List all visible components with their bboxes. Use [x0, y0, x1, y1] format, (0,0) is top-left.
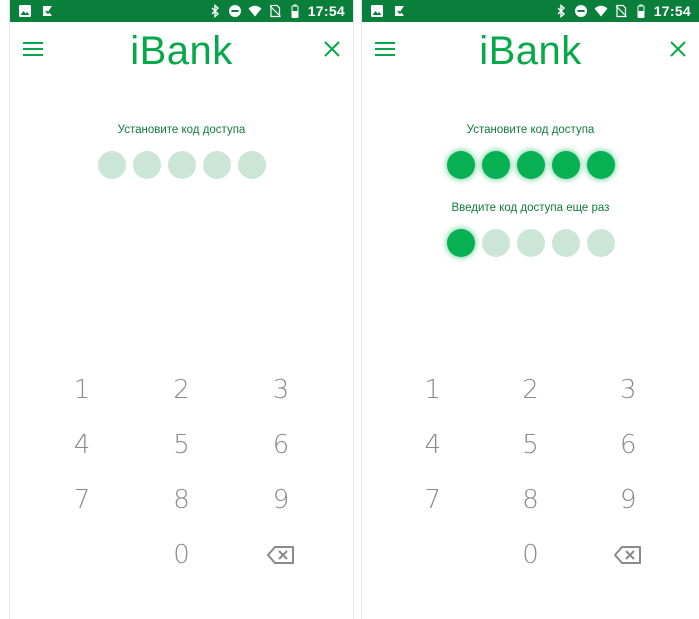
pin-dot	[586, 229, 615, 257]
key-7[interactable]: 7	[403, 478, 463, 522]
key-3[interactable]: 3	[251, 368, 311, 412]
pin-dot	[516, 151, 545, 179]
app-bar: iBank	[362, 22, 699, 78]
status-time: 17:54	[653, 3, 691, 19]
key-0[interactable]: 0	[152, 533, 212, 577]
key-6[interactable]: 6	[598, 423, 658, 467]
app-title: iBank	[479, 29, 582, 73]
key-1[interactable]: 1	[403, 368, 463, 412]
key-0[interactable]: 0	[501, 533, 561, 577]
close-icon[interactable]	[669, 40, 687, 58]
status-bar: 17:54	[362, 0, 699, 22]
do-not-disturb-icon	[574, 4, 588, 18]
app-bar: iBank	[10, 22, 353, 78]
backspace-icon[interactable]	[251, 533, 311, 577]
notification-check-icon	[42, 4, 56, 18]
pin-dot	[551, 229, 580, 257]
app-title: iBank	[130, 29, 233, 73]
pin-dot	[202, 151, 231, 179]
key-2[interactable]: 2	[501, 368, 561, 412]
key-7[interactable]: 7	[52, 478, 112, 522]
close-icon[interactable]	[323, 40, 341, 58]
pin-dot	[132, 151, 161, 179]
pin-dot	[586, 151, 615, 179]
image-icon	[370, 4, 384, 18]
battery-icon	[288, 4, 302, 18]
key-8[interactable]: 8	[501, 478, 561, 522]
pin-dot	[516, 229, 545, 257]
set-pin-dots	[10, 151, 353, 179]
backspace-icon[interactable]	[598, 533, 658, 577]
pin-dot	[446, 151, 475, 179]
key-6[interactable]: 6	[251, 423, 311, 467]
bluetooth-icon	[554, 4, 568, 18]
key-4[interactable]: 4	[52, 423, 112, 467]
key-2[interactable]: 2	[152, 368, 212, 412]
screen-set-pin: 17:54 iBank Установите код доступа 1 2 3…	[9, 0, 354, 619]
wifi-icon	[248, 4, 262, 18]
battery-icon	[634, 4, 648, 18]
keypad: 1 2 3 4 5 6 7 8 9 0	[10, 360, 353, 580]
key-9[interactable]: 9	[251, 478, 311, 522]
pin-dot	[481, 151, 510, 179]
status-time: 17:54	[307, 3, 345, 19]
screen-confirm-pin: 17:54 iBank Установите код доступа Введи…	[361, 0, 699, 619]
key-3[interactable]: 3	[598, 368, 658, 412]
key-4[interactable]: 4	[403, 423, 463, 467]
key-8[interactable]: 8	[152, 478, 212, 522]
set-pin-dots	[362, 151, 699, 179]
status-bar: 17:54	[10, 0, 353, 22]
set-pin-prompt: Установите код доступа	[117, 124, 246, 136]
wifi-icon	[594, 4, 608, 18]
no-sim-icon	[614, 4, 628, 18]
notification-check-icon	[394, 4, 408, 18]
pin-dot	[446, 229, 475, 257]
image-icon	[18, 4, 32, 18]
pin-dot	[481, 229, 510, 257]
pin-dot	[167, 151, 196, 179]
key-9[interactable]: 9	[598, 478, 658, 522]
confirm-pin-prompt: Введите код доступа еще раз	[451, 202, 610, 214]
pin-dot	[551, 151, 580, 179]
do-not-disturb-icon	[228, 4, 242, 18]
bluetooth-icon	[208, 4, 222, 18]
keypad: 1 2 3 4 5 6 7 8 9 0	[362, 360, 699, 580]
pin-dot	[97, 151, 126, 179]
key-5[interactable]: 5	[501, 423, 561, 467]
set-pin-prompt: Установите код доступа	[466, 124, 595, 136]
key-5[interactable]: 5	[152, 423, 212, 467]
pin-dot	[237, 151, 266, 179]
confirm-pin-dots	[362, 229, 699, 257]
no-sim-icon	[268, 4, 282, 18]
key-1[interactable]: 1	[52, 368, 112, 412]
